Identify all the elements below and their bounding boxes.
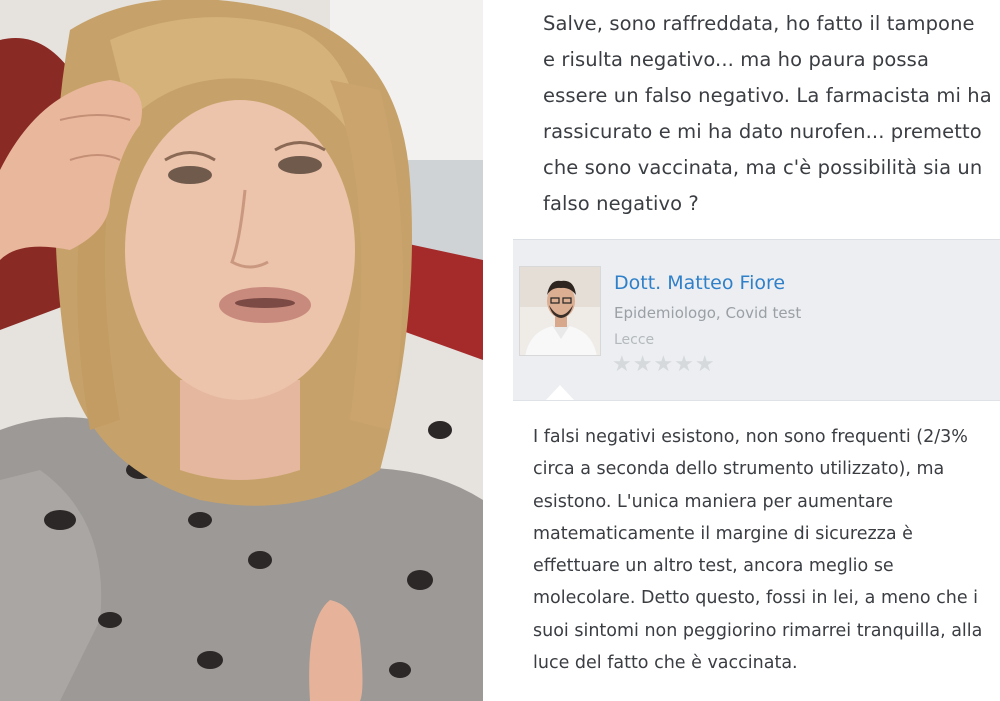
panel-divider: [483, 0, 513, 701]
question-card: Salve, sono raffreddata, ho fatto il tam…: [513, 0, 1000, 240]
question-text: Salve, sono raffreddata, ho fatto il tam…: [543, 12, 992, 215]
doctor-city: Lecce: [614, 332, 655, 348]
answer-bubble-tail: [545, 385, 575, 401]
woman-selfie-photo: [0, 0, 483, 701]
doctor-portrait: [520, 267, 600, 355]
answer-text: I falsi negativi esistono, non sono freq…: [533, 427, 983, 674]
doctor-name-link[interactable]: Dott. Matteo Fiore: [614, 272, 785, 294]
answer-card: I falsi negativi esistono, non sono freq…: [513, 400, 1000, 701]
doctor-specialty: Epidemiologo, Covid test: [614, 304, 802, 322]
qa-screenshot-panel: Salve, sono raffreddata, ho fatto il tam…: [513, 0, 1000, 701]
doctor-card[interactable]: Dott. Matteo Fiore Epidemiologo, Covid t…: [513, 252, 1000, 382]
doctor-avatar[interactable]: [519, 266, 601, 356]
photo-illustration: [0, 0, 483, 701]
rating-stars: ★★★★★: [612, 352, 716, 377]
